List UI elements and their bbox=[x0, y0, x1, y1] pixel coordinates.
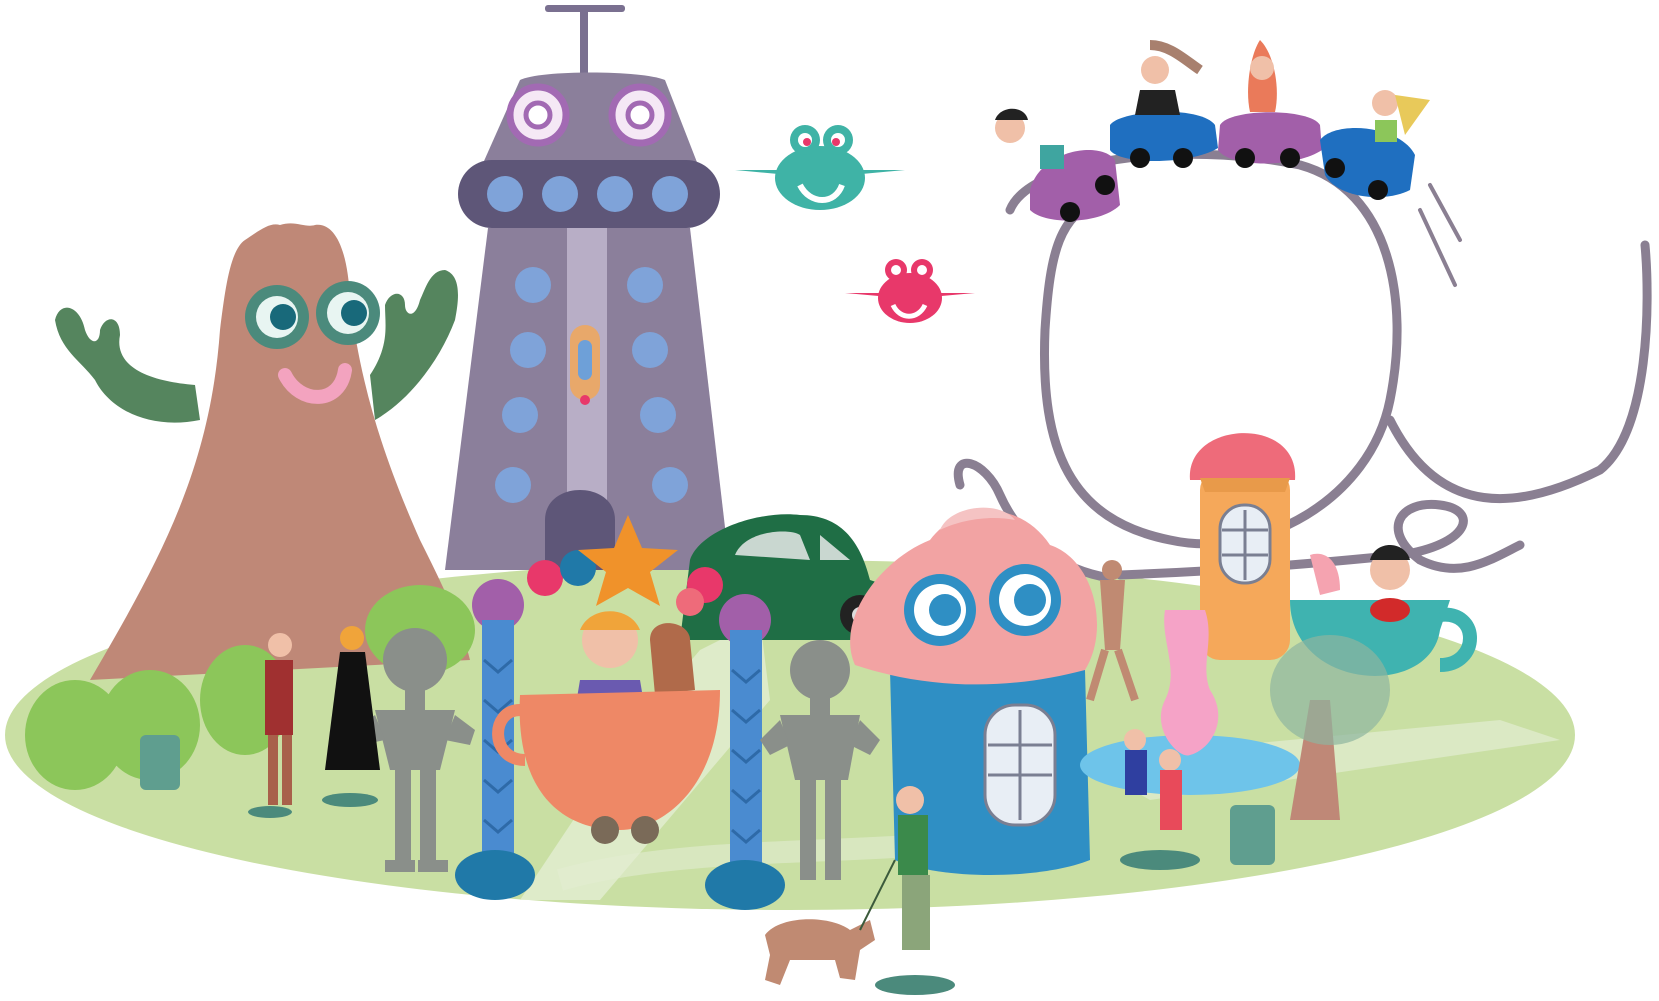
coaster-car-blue-1 bbox=[1110, 40, 1218, 168]
rocket-tower-icon bbox=[445, 5, 730, 570]
ufo-pink-icon bbox=[845, 259, 975, 323]
coaster-car-purple-2 bbox=[1218, 40, 1322, 168]
coaster-cars bbox=[995, 40, 1430, 222]
amusement-park-illustration bbox=[5, 5, 1652, 995]
ufo-icon bbox=[735, 125, 905, 210]
coaster-car-blue-2 bbox=[1320, 90, 1430, 200]
